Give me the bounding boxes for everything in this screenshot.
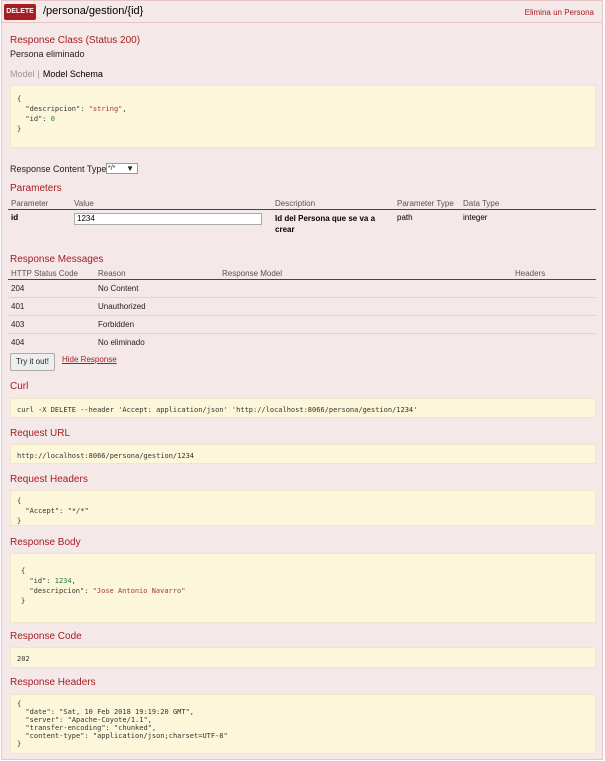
resp-header-key: server (29, 716, 55, 724)
schema-id: 0 (50, 115, 55, 123)
response-body-box: { "id": 1234, "descripcion": "Jose Anton… (10, 553, 596, 623)
model-tab[interactable]: Model (10, 69, 35, 79)
status-reason: Unauthorized (95, 297, 219, 316)
select-arrow-icon: ▼ (126, 164, 134, 173)
resp-header-value: chunked (118, 724, 148, 732)
resp-col-headers: Headers (512, 268, 596, 280)
response-code-value: 202 (17, 655, 30, 663)
param-id-input[interactable] (74, 212, 262, 225)
content-type-select[interactable]: */* ▼ (106, 163, 138, 174)
resp-header-value: application/json;charset=UTF-8 (97, 732, 224, 740)
endpoint-path[interactable]: /persona/gestion/{id} (43, 5, 143, 17)
request-headers-box: { "Accept": "*/*" } (10, 490, 596, 526)
table-row: 401 Unauthorized (8, 297, 596, 316)
table-row: 204 No Content (8, 279, 596, 298)
request-url-box: http://localhost:8066/persona/gestion/12… (10, 444, 596, 464)
content-type-label: Response Content Type (10, 164, 107, 174)
response-code-box: 202 (10, 647, 596, 668)
resp-header-value: Sat, 10 Feb 2018 19:19:20 GMT (63, 708, 186, 716)
body-desc-value: Jose Antonio Navarro (96, 587, 182, 595)
body-id-key: id (33, 577, 43, 585)
body-desc-key: descripcion (33, 587, 81, 595)
schema-descripcion: "string" (88, 105, 123, 113)
request-header-key: Accept (29, 507, 55, 515)
response-class-title: Response Class (Status 200) (10, 35, 141, 46)
curl-box: curl -X DELETE --header 'Accept: applica… (10, 398, 596, 418)
param-type: path (397, 212, 413, 222)
resp-col-model: Response Model (219, 268, 512, 280)
response-class-description: Persona eliminado (10, 49, 85, 59)
status-code: 404 (11, 337, 25, 347)
table-row: 404 No eliminado (8, 333, 596, 351)
parameters-title: Parameters (10, 183, 62, 194)
operation-summary[interactable]: Elimina un Persona (525, 8, 594, 17)
try-it-out-button[interactable]: Try it out! (10, 353, 55, 371)
model-schema-box: { "descripcion": "string", "id": 0 } (10, 85, 596, 148)
param-col-parameter: Parameter (8, 198, 71, 210)
status-reason: No eliminado (98, 337, 145, 347)
request-url-title: Request URL (10, 428, 71, 439)
param-col-value: Value (71, 198, 272, 210)
status-reason: No Content (95, 279, 219, 298)
response-body-title: Response Body (10, 537, 81, 548)
param-col-description: Description (272, 198, 394, 210)
resp-header-value: Apache-Coyote/1.1 (71, 716, 144, 724)
status-reason: Forbidden (95, 315, 219, 334)
param-name: id (11, 212, 19, 222)
parameters-table: Parameter Value Description Parameter Ty… (8, 198, 596, 235)
resp-col-code: HTTP Status Code (8, 268, 95, 280)
request-headers-title: Request Headers (10, 474, 88, 485)
model-switch: Model | Model Schema (10, 69, 103, 79)
resp-header-key: date (29, 708, 47, 716)
param-col-param-type: Parameter Type (394, 198, 460, 210)
response-headers-box: { "date": "Sat, 10 Feb 2018 19:19:20 GMT… (10, 694, 596, 754)
table-row: 403 Forbidden (8, 315, 596, 334)
hide-response-link[interactable]: Hide Response (62, 355, 117, 364)
param-description: Id del Persona que se va a crear (275, 213, 376, 234)
param-data-type: integer (463, 212, 488, 222)
resp-col-reason: Reason (95, 268, 219, 280)
response-code-title: Response Code (10, 631, 82, 642)
status-code: 403 (8, 315, 95, 334)
status-code: 401 (8, 297, 95, 316)
status-code: 204 (8, 279, 95, 298)
model-schema-tab[interactable]: Model Schema (43, 69, 103, 79)
table-row: id Id del Persona que se va a crear path… (8, 209, 596, 235)
response-headers-title: Response Headers (10, 677, 96, 688)
curl-title: Curl (10, 381, 29, 392)
param-col-data-type: Data Type (460, 198, 596, 210)
request-header-value: */* (71, 507, 85, 515)
resp-header-key: transfer-encoding (29, 724, 102, 732)
curl-command: curl -X DELETE --header 'Accept: applica… (17, 406, 418, 414)
body-id-value: 1234 (54, 577, 72, 585)
content-type-value: */* (108, 165, 116, 172)
resp-header-key: content-type (29, 732, 81, 740)
response-messages-table: HTTP Status Code Reason Response Model H… (8, 268, 596, 351)
response-messages-title: Response Messages (10, 254, 104, 265)
operation-heading[interactable]: DELETE /persona/gestion/{id} Elimina un … (2, 1, 602, 23)
request-url-value: http://localhost:8066/persona/gestion/12… (17, 452, 195, 460)
operation-panel: DELETE /persona/gestion/{id} Elimina un … (1, 0, 603, 760)
method-badge[interactable]: DELETE (4, 4, 36, 20)
